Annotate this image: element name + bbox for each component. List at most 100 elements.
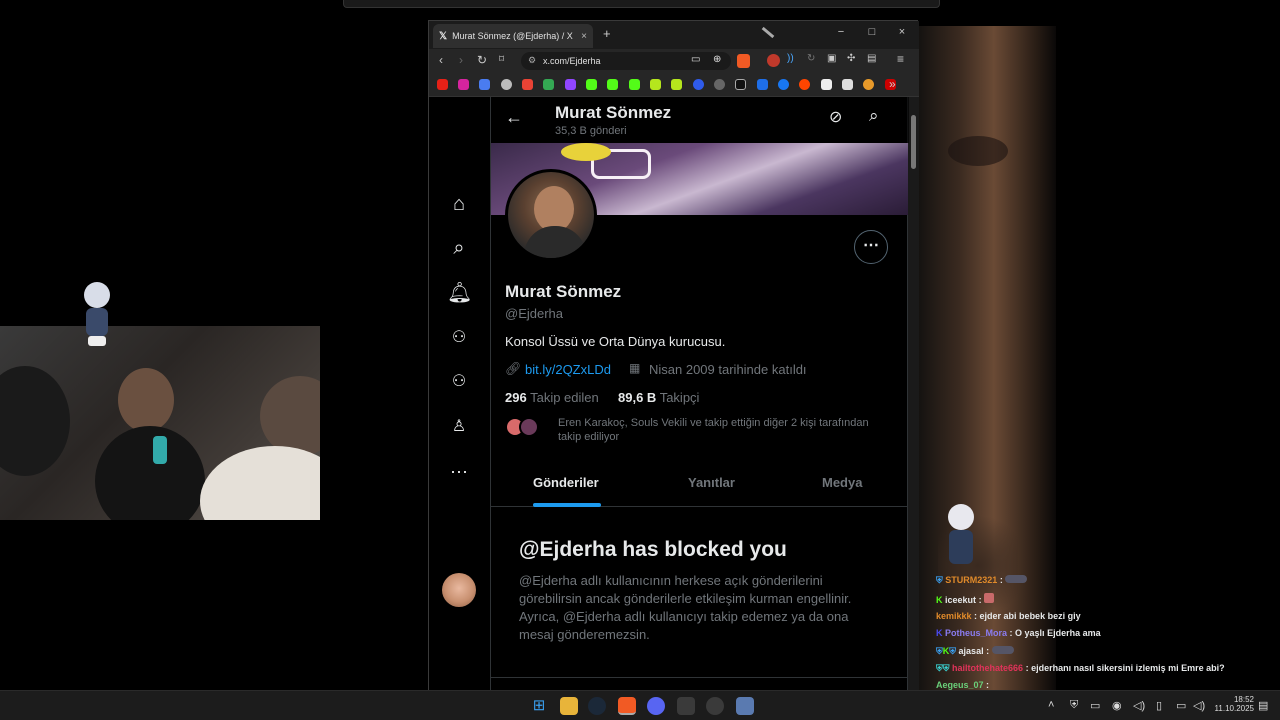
site-info-icon[interactable]: ⚙ [528,55,536,66]
url-bar[interactable]: ⚙ x.com/Ejderha ▭ ⊕ [521,52,731,70]
extensions-puzzle-icon[interactable]: ✣ [847,53,855,64]
account-avatar[interactable] [442,573,476,607]
bookmark-p-icon[interactable] [821,79,832,90]
tray-shield-icon[interactable]: ⛨ [1070,699,1078,712]
bookmark-facebook-icon[interactable] [778,79,789,90]
bookmark-orange-icon[interactable] [863,79,874,90]
bookmark-cal-icon[interactable] [842,79,853,90]
steam-icon[interactable] [588,697,606,715]
profile-avatar[interactable] [505,169,597,261]
emote-icon [991,646,1014,654]
blocked-body-line: @Ejderha adlı kullanıcının herkese açık … [519,573,823,588]
network-app-icon[interactable] [736,697,754,715]
zoom-icon[interactable]: ⊕ [713,54,721,65]
tray-chevron-icon[interactable]: ˄ [1048,699,1054,711]
search-icon[interactable]: ⌕ [447,236,471,260]
grok-icon[interactable]: ⊘ [829,107,842,127]
tab-posts[interactable]: Gönderiler [533,475,599,490]
extension-screen-icon[interactable]: ▣ [827,53,836,64]
tab-media[interactable]: Medya [822,475,862,490]
tab-close-button[interactable]: × [581,31,587,42]
bookmarks-bar: » [429,73,919,97]
scrollbar-thumb[interactable] [911,115,916,169]
tray-battery-icon[interactable]: ▭ [1090,699,1100,712]
bookmark-x-icon[interactable] [735,79,746,90]
tray-steam-icon[interactable]: ◉ [1112,699,1122,712]
bookmark-youtube-icon[interactable] [437,79,448,90]
bookmark-globe-icon[interactable] [501,79,512,90]
start-icon[interactable]: ⊞ [530,697,548,715]
bookmark-drive-icon[interactable] [543,79,554,90]
extension-sync-icon[interactable]: ↻ [807,53,815,64]
bookmark-app-icon[interactable] [757,79,768,90]
extension-icon[interactable] [767,54,780,67]
clock[interactable]: 18:52 11.10.2025 [1214,695,1254,713]
bookmark-instagram-icon[interactable] [458,79,469,90]
communities-icon[interactable]: ⚇ [447,326,471,350]
bookmark-translate-icon[interactable] [479,79,490,90]
chat-user: ajasal [958,646,984,656]
chat-user: iceekut [945,595,977,605]
minimize-button[interactable]: − [831,26,851,38]
notifications-icon[interactable]: ▤ [1258,699,1268,712]
bookmark-twitch-icon[interactable] [565,79,576,90]
clock-date: 11.10.2025 [1214,704,1254,713]
discord-icon[interactable] [647,697,665,715]
following-stat[interactable]: 296 Takip edilen [505,390,599,405]
profile-icon[interactable]: ♙ [447,415,471,439]
new-tab-button[interactable]: + [603,26,611,41]
profile-column: ← Murat Sönmez 35,3 B gönderi ⊘ ⌕ ⋯ Mura… [490,97,909,691]
profile-handle: @Ejderha [505,306,564,321]
more-bookmarks-button[interactable]: » [889,77,896,91]
bookmark-tool2-icon[interactable] [671,79,682,90]
cast-icon[interactable]: ▭ [691,54,700,65]
back-arrow-icon[interactable]: ‹ [439,53,443,67]
obs-icon[interactable] [677,697,695,715]
forward-arrow-icon[interactable]: › [459,53,463,67]
bookmark-kick-icon[interactable] [586,79,597,90]
followed-by-line2[interactable]: takip ediliyor [558,431,619,443]
bookmark-kick2-icon[interactable] [607,79,618,90]
calendar-icon: ▦ [629,361,641,375]
brave-shield-icon[interactable] [737,54,750,68]
back-arrow-icon[interactable]: ← [505,107,523,128]
extension-audio-icon[interactable]: )) [787,53,794,64]
bookmark-kick3-icon[interactable] [629,79,640,90]
brave-icon[interactable] [618,697,636,715]
bookmark-icon[interactable]: ⌑ [499,54,504,65]
chat-text: : [986,680,990,690]
tray-mic-icon[interactable]: ▯ [1156,699,1162,712]
browser-tab[interactable]: 𝕏 Murat Sönmez (@Ejderha) / X × [433,24,593,48]
menu-icon[interactable]: ≡ [897,52,904,66]
scrollbar[interactable] [908,97,919,691]
file-explorer-icon[interactable] [560,697,578,715]
clock-time: 18:52 [1233,695,1254,704]
more-options-button[interactable]: ⋯ [854,230,888,264]
communities2-icon[interactable]: ⚇ [447,370,471,394]
home-icon[interactable]: ⌂ [447,192,471,216]
profile-link[interactable]: bit.ly/2QZxLDd [525,362,611,377]
app-icon[interactable] [706,697,724,715]
tab-replies[interactable]: Yanıtlar [688,475,735,490]
tray-monitor-icon[interactable]: ▭ [1176,699,1186,712]
search-icon[interactable]: ⌕ [869,106,879,126]
followers-stat[interactable]: 89,6 B Takipçi [618,390,699,405]
webcam-feed [0,326,320,520]
link-icon: 🔗︎ [505,361,522,376]
followed-by-line1[interactable]: Eren Karakoç, Souls Vekili ve takip etti… [558,417,869,429]
bookmark-tool-icon[interactable] [650,79,661,90]
close-window-button[interactable]: × [892,26,912,38]
reload-icon[interactable]: ↻ [477,53,487,67]
sidebar-icon[interactable]: ▤ [867,53,876,64]
tray-volume-icon[interactable]: ◁) [1193,699,1205,712]
maximize-button[interactable]: □ [862,26,882,38]
bookmark-reddit-icon[interactable] [799,79,810,90]
divider [491,677,909,678]
bookmark-chatgpt-icon[interactable] [714,79,725,90]
bookmark-gmail-icon[interactable] [522,79,533,90]
more-icon[interactable]: ⋯ [447,460,471,484]
tray-speaker-icon[interactable]: ◁) [1133,699,1145,712]
chat-message: ⛨ STURM2321 : [936,575,1028,586]
notifications-icon[interactable]: 🔔︎ [447,281,472,305]
bookmark-blue-icon[interactable] [693,79,704,90]
